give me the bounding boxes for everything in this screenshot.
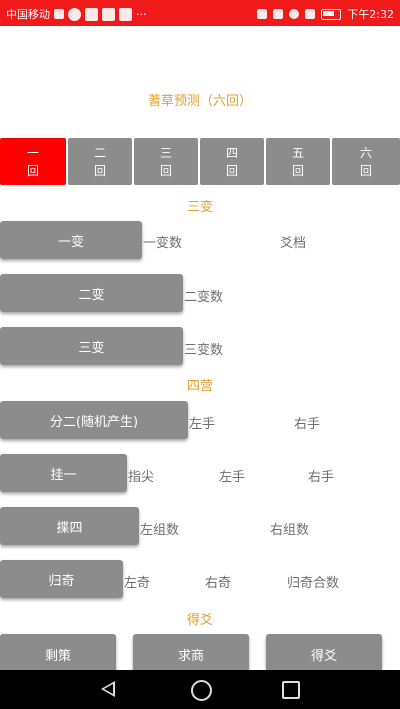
right-hand-label: 右手 bbox=[294, 417, 321, 432]
tab-round-4[interactable]: 四 回 bbox=[200, 138, 264, 185]
wifi-icon bbox=[289, 9, 300, 19]
second-change-count-label: 二变数 bbox=[184, 290, 224, 305]
back-icon-inner bbox=[104, 684, 113, 694]
tab-round-2[interactable]: 二 回 bbox=[68, 138, 132, 185]
app-icon bbox=[68, 7, 81, 21]
tab-label: 回 bbox=[93, 163, 106, 178]
navigation-bar bbox=[0, 670, 400, 709]
tab-label: 回 bbox=[225, 163, 238, 178]
tab-label: 五 bbox=[291, 145, 304, 160]
split-two-button[interactable]: 分二(随机产生) bbox=[0, 401, 188, 439]
fingertip-label: 指尖 bbox=[128, 470, 155, 485]
tab-round-1[interactable]: 一 回 bbox=[0, 138, 66, 185]
remaining-stalks-button[interactable]: 剩策 bbox=[0, 634, 116, 674]
quotient-button[interactable]: 求商 bbox=[133, 634, 249, 674]
vibrate-icon bbox=[257, 9, 268, 19]
third-change-count-label: 三变数 bbox=[184, 343, 224, 358]
right-odd-label: 右奇 bbox=[205, 576, 232, 591]
home-icon[interactable] bbox=[191, 680, 212, 701]
carrier-label: 中国移动 bbox=[6, 8, 50, 21]
tab-label: 回 bbox=[291, 163, 304, 178]
tab-label: 一 bbox=[26, 145, 39, 160]
notification-icon bbox=[119, 7, 132, 21]
left-hand-label: 左手 bbox=[189, 417, 216, 432]
get-yao-button[interactable]: 得爻 bbox=[266, 634, 382, 674]
section-title-four-ying: 四营 bbox=[186, 379, 213, 394]
right-hand-label: 右手 bbox=[308, 470, 335, 485]
left-group-count-label: 左组数 bbox=[140, 523, 180, 538]
recent-apps-icon[interactable] bbox=[282, 681, 300, 699]
tab-label: 回 bbox=[159, 163, 172, 178]
alarm-icon bbox=[273, 9, 284, 19]
first-change-button[interactable]: 一变 bbox=[0, 221, 142, 259]
notification-icon bbox=[85, 7, 98, 21]
tab-label: 二 bbox=[93, 145, 106, 160]
third-change-button[interactable]: 三变 bbox=[0, 327, 183, 365]
tab-label: 回 bbox=[359, 163, 372, 178]
tab-label: 六 bbox=[359, 145, 372, 160]
sim-icon bbox=[54, 9, 64, 19]
tab-label: 四 bbox=[225, 145, 238, 160]
page-title: 蓍草预测（六回） bbox=[147, 94, 252, 109]
first-change-count-label: 一变数 bbox=[143, 236, 183, 251]
battery-icon bbox=[321, 8, 342, 20]
tab-label: 三 bbox=[159, 145, 172, 160]
section-title-get-yao: 得爻 bbox=[186, 613, 213, 628]
return-odd-button[interactable]: 归奇 bbox=[0, 560, 123, 598]
count-four-button[interactable]: 揲四 bbox=[0, 507, 139, 545]
status-bar: 中国移动 ··· 下午2:32 bbox=[0, 0, 400, 26]
tab-round-3[interactable]: 三 回 bbox=[134, 138, 198, 185]
notification-icon bbox=[102, 7, 115, 21]
hang-one-button[interactable]: 挂一 bbox=[0, 454, 127, 492]
more-notifications-icon: ··· bbox=[136, 7, 147, 21]
left-odd-label: 左奇 bbox=[124, 576, 151, 591]
clock: 下午2:32 bbox=[347, 8, 394, 21]
yao-label: 爻档 bbox=[280, 236, 307, 251]
return-odd-sum-label: 归奇合数 bbox=[287, 576, 340, 591]
right-group-count-label: 右组数 bbox=[270, 523, 310, 538]
left-hand-label: 左手 bbox=[219, 470, 246, 485]
section-title-three-changes: 三变 bbox=[186, 200, 213, 215]
second-change-button[interactable]: 二变 bbox=[0, 274, 183, 312]
tab-round-5[interactable]: 五 回 bbox=[266, 138, 330, 185]
tab-label: 回 bbox=[26, 163, 39, 178]
signal-icon bbox=[305, 9, 316, 19]
tab-round-6[interactable]: 六 回 bbox=[332, 138, 400, 185]
